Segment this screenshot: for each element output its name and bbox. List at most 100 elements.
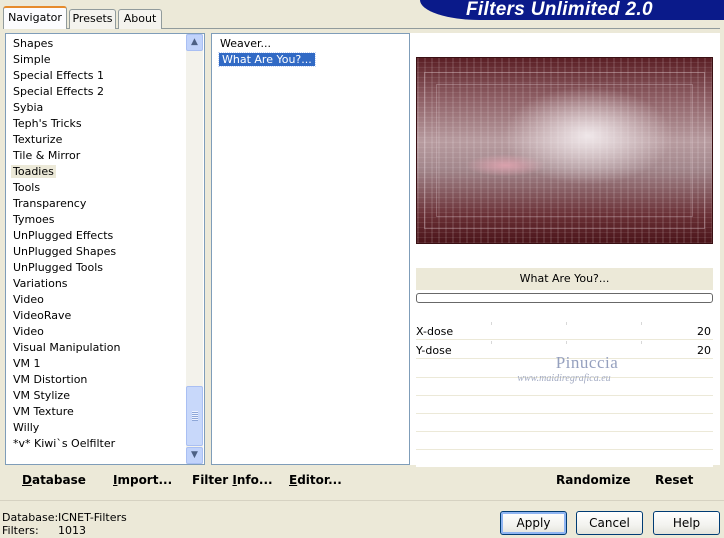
reset-button[interactable]: Reset: [655, 473, 693, 487]
category-item-label: Transparency: [13, 197, 87, 210]
selected-filter-name: What Are You?...: [416, 268, 713, 290]
category-item-label: VM Distortion: [13, 373, 88, 386]
tab-about[interactable]: About: [118, 9, 162, 29]
category-item-label: Tile & Mirror: [13, 149, 81, 162]
category-item-label: VM Stylize: [13, 389, 70, 402]
import-label: mport...: [117, 473, 173, 487]
parameter-list[interactable]: X-dose 20 Y-dose 20: [416, 322, 713, 468]
category-item[interactable]: Willy: [6, 420, 204, 436]
category-item[interactable]: VM 1: [6, 356, 204, 372]
category-item[interactable]: Tools: [6, 180, 204, 196]
category-item-label: Video: [13, 293, 44, 306]
category-item-label: Variations: [13, 277, 68, 290]
category-item[interactable]: VideoRave: [6, 308, 204, 324]
category-item[interactable]: Transparency: [6, 196, 204, 212]
footer-separator: [0, 500, 724, 501]
category-item-label: Tools: [13, 181, 41, 194]
database-info: Database:ICNET-Filters: [2, 511, 127, 524]
filters-info-value: 1013: [58, 524, 86, 537]
category-item[interactable]: Toadies: [6, 164, 204, 180]
progress-bar: [416, 293, 713, 303]
param-label: Y-dose: [416, 344, 452, 357]
category-item[interactable]: Visual Manipulation: [6, 340, 204, 356]
category-item-label: Special Effects 1: [13, 69, 105, 82]
param-tick: [641, 322, 642, 325]
category-item-label: VM 1: [13, 357, 41, 370]
category-item-label: Teph's Tricks: [13, 117, 82, 130]
category-item[interactable]: Texturize: [6, 132, 204, 148]
param-row-empty: [416, 414, 713, 432]
category-item-label: Sybia: [13, 101, 44, 114]
database-hotkey: D: [22, 473, 32, 487]
scrollbar-thumb[interactable]: [186, 386, 203, 446]
chevron-up-icon[interactable]: ▲: [186, 34, 203, 51]
category-item-label: UnPlugged Tools: [13, 261, 103, 274]
category-item[interactable]: UnPlugged Effects: [6, 228, 204, 244]
database-label: atabase: [31, 473, 86, 487]
category-item[interactable]: VM Stylize: [6, 388, 204, 404]
filter-item[interactable]: Weaver...: [212, 36, 409, 52]
param-row-empty: [416, 432, 713, 450]
filter-item-label: Weaver...: [220, 37, 272, 50]
category-item[interactable]: Sybia: [6, 100, 204, 116]
category-item-label: Toadies: [11, 165, 56, 178]
category-item[interactable]: Tymoes: [6, 212, 204, 228]
randomize-button[interactable]: Randomize: [556, 473, 630, 487]
category-item-label: Special Effects 2: [13, 85, 105, 98]
cancel-button[interactable]: Cancel: [576, 511, 643, 535]
category-item[interactable]: Video: [6, 292, 204, 308]
app-title: Filters Unlimited 2.0: [466, 0, 653, 20]
category-item[interactable]: *v* Kiwi`s Oelfilter: [6, 436, 204, 452]
filter-item[interactable]: What Are You?...: [212, 52, 409, 68]
filters-info-label: Filters:: [2, 524, 39, 537]
param-row-empty: [416, 450, 713, 468]
preview-frame-inner: [436, 84, 693, 217]
param-tick: [566, 322, 567, 325]
editor-button[interactable]: Editor...: [289, 473, 342, 487]
param-value: 20: [697, 344, 711, 357]
filter-list[interactable]: Weaver... What Are You?...: [211, 33, 410, 465]
category-item-label: *v* Kiwi`s Oelfilter: [13, 437, 116, 450]
category-item-label: Willy: [13, 421, 40, 434]
category-item[interactable]: UnPlugged Shapes: [6, 244, 204, 260]
apply-button[interactable]: Apply: [500, 511, 567, 535]
category-item-label: VM Texture: [13, 405, 74, 418]
help-button[interactable]: Help: [653, 511, 720, 535]
category-item[interactable]: VM Distortion: [6, 372, 204, 388]
filters-info: Filters: 1013: [2, 524, 86, 537]
category-item[interactable]: Special Effects 1: [6, 68, 204, 84]
category-item-label: Simple: [13, 53, 51, 66]
tab-presets[interactable]: Presets: [69, 9, 116, 29]
category-item[interactable]: Variations: [6, 276, 204, 292]
param-row-x-dose[interactable]: X-dose 20: [416, 322, 713, 340]
filter-info-button[interactable]: Filter Info...: [192, 473, 273, 487]
database-info-value: ICNET-Filters: [58, 511, 127, 524]
filter-item-label: What Are You?...: [218, 52, 316, 67]
category-item[interactable]: Shapes: [6, 36, 204, 52]
category-item[interactable]: VM Texture: [6, 404, 204, 420]
watermark-url: www.maidiregrafica.eu: [517, 373, 611, 384]
category-item-label: Texturize: [13, 133, 63, 146]
param-tick: [491, 341, 492, 344]
editor-label: ditor...: [297, 473, 342, 487]
category-scrollbar[interactable]: ▲ ▼: [186, 34, 203, 464]
category-list[interactable]: Shapes Simple Special Effects 1 Special Eff…: [5, 33, 205, 465]
category-item[interactable]: Simple: [6, 52, 204, 68]
chevron-down-icon[interactable]: ▼: [186, 447, 203, 464]
category-item[interactable]: Special Effects 2: [6, 84, 204, 100]
param-tick: [566, 341, 567, 344]
param-label: X-dose: [416, 325, 454, 338]
category-item-label: Shapes: [13, 37, 54, 50]
scrollbar-grip: [192, 411, 198, 421]
category-item[interactable]: Teph's Tricks: [6, 116, 204, 132]
category-item[interactable]: UnPlugged Tools: [6, 260, 204, 276]
category-item[interactable]: Video: [6, 324, 204, 340]
category-item[interactable]: Tile & Mirror: [6, 148, 204, 164]
param-row-empty: [416, 396, 713, 414]
editor-hotkey: E: [289, 473, 298, 487]
import-button[interactable]: Import...: [113, 473, 172, 487]
database-button[interactable]: Database: [22, 473, 86, 487]
param-tick: [491, 322, 492, 325]
tab-navigator[interactable]: Navigator: [3, 6, 67, 29]
watermark-name: Pinuccia: [555, 353, 619, 372]
